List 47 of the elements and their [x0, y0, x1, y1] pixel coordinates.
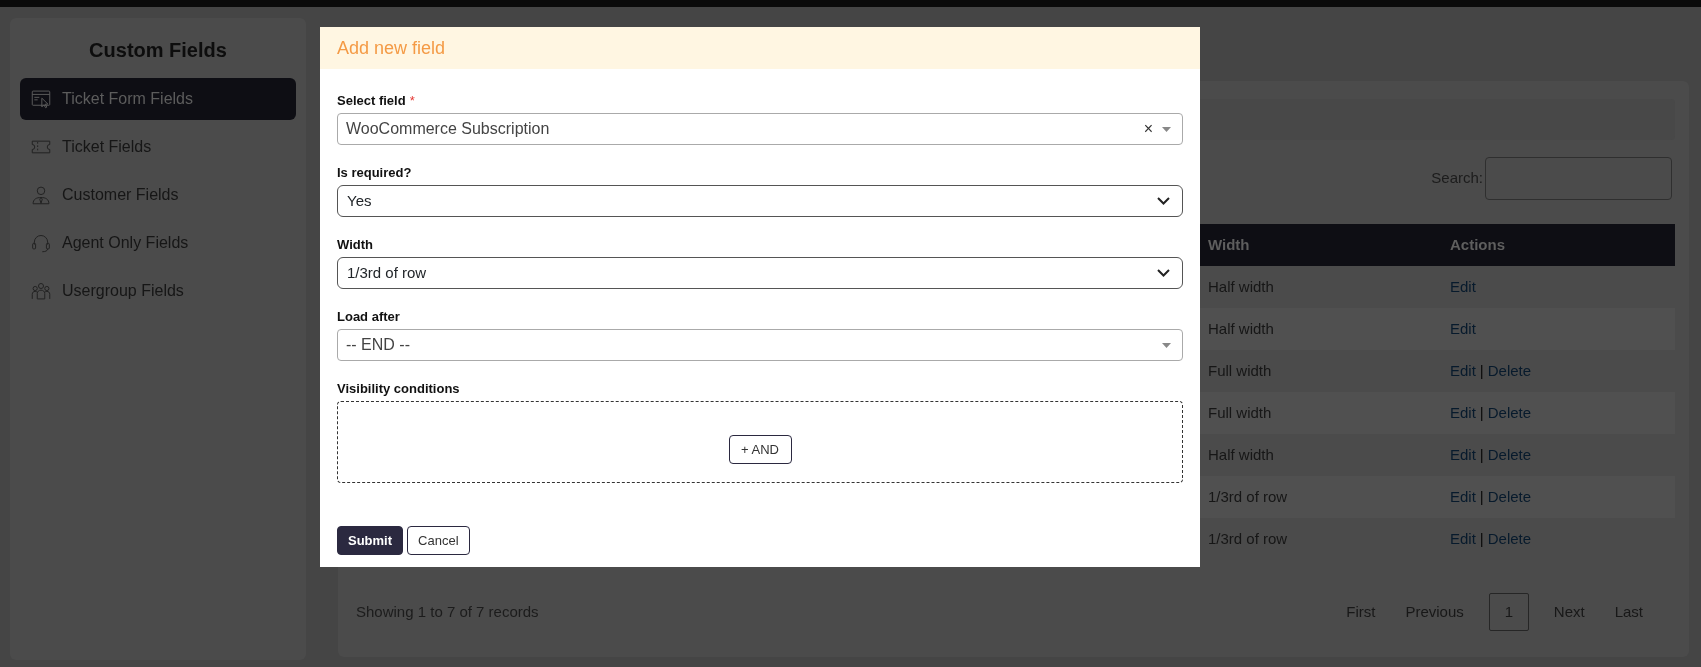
submit-button[interactable]: Submit — [337, 526, 404, 555]
action-link[interactable]: Edit — [1450, 278, 1476, 295]
field-label: Select field * — [337, 92, 416, 110]
column-header: Actions — [1450, 236, 1505, 253]
column-header: Width — [1208, 236, 1250, 253]
width-value: 1/3rd of row — [1208, 488, 1288, 505]
action-link[interactable]: Delete — [1487, 446, 1532, 463]
field-label: Is required? — [337, 164, 413, 182]
separator-text: | — [1479, 362, 1484, 379]
select-field[interactable]: WooCommerce Subscription × — [337, 113, 1183, 145]
field-label: Visibility conditions — [337, 380, 461, 398]
action-link[interactable]: Edit — [1450, 446, 1476, 463]
caret-down-icon — [1162, 126, 1171, 132]
field-label: Width — [337, 236, 374, 254]
select-field[interactable]: -- END -- — [337, 329, 1183, 361]
separator-text: | — [1479, 404, 1484, 421]
action-link[interactable]: Edit — [1450, 362, 1476, 379]
select-dropdown[interactable]: Yes — [337, 185, 1183, 217]
action-link[interactable]: Delete — [1487, 488, 1532, 505]
sidebar-item[interactable]: Ticket Form Fields — [20, 78, 296, 120]
action-link[interactable]: Edit — [1450, 320, 1476, 337]
field-label: Load after — [337, 308, 401, 326]
clear-button[interactable]: × — [1143, 121, 1153, 137]
person-tie-icon — [31, 185, 51, 205]
sidebar-title: Custom Fields — [88, 38, 228, 63]
cancel-button[interactable]: Cancel — [407, 526, 470, 555]
action-link[interactable]: Edit — [1450, 530, 1476, 547]
separator-text: | — [1479, 488, 1484, 505]
select-dropdown[interactable]: 1/3rd of row — [337, 257, 1183, 289]
action-link[interactable]: Edit — [1450, 488, 1476, 505]
action-link[interactable]: Edit — [1450, 404, 1476, 421]
chevron-down-icon — [1157, 269, 1170, 277]
separator-text: | — [1479, 530, 1484, 547]
people-group-icon — [31, 281, 51, 301]
width-value: Full width — [1208, 404, 1272, 421]
action-link[interactable]: Delete — [1487, 362, 1532, 379]
search-field[interactable] — [1485, 157, 1672, 200]
headset-icon — [31, 233, 51, 253]
width-value: Half width — [1208, 320, 1274, 337]
modal-title: Add new field — [337, 36, 446, 60]
add-and-button[interactable]: + AND — [728, 435, 792, 464]
separator-text: | — [1479, 446, 1484, 463]
chevron-down-icon — [1157, 197, 1170, 205]
window-cursor-icon — [31, 89, 51, 109]
action-link[interactable]: Delete — [1487, 404, 1532, 421]
action-link[interactable]: Delete — [1487, 530, 1532, 547]
caret-down-icon — [1162, 342, 1171, 348]
